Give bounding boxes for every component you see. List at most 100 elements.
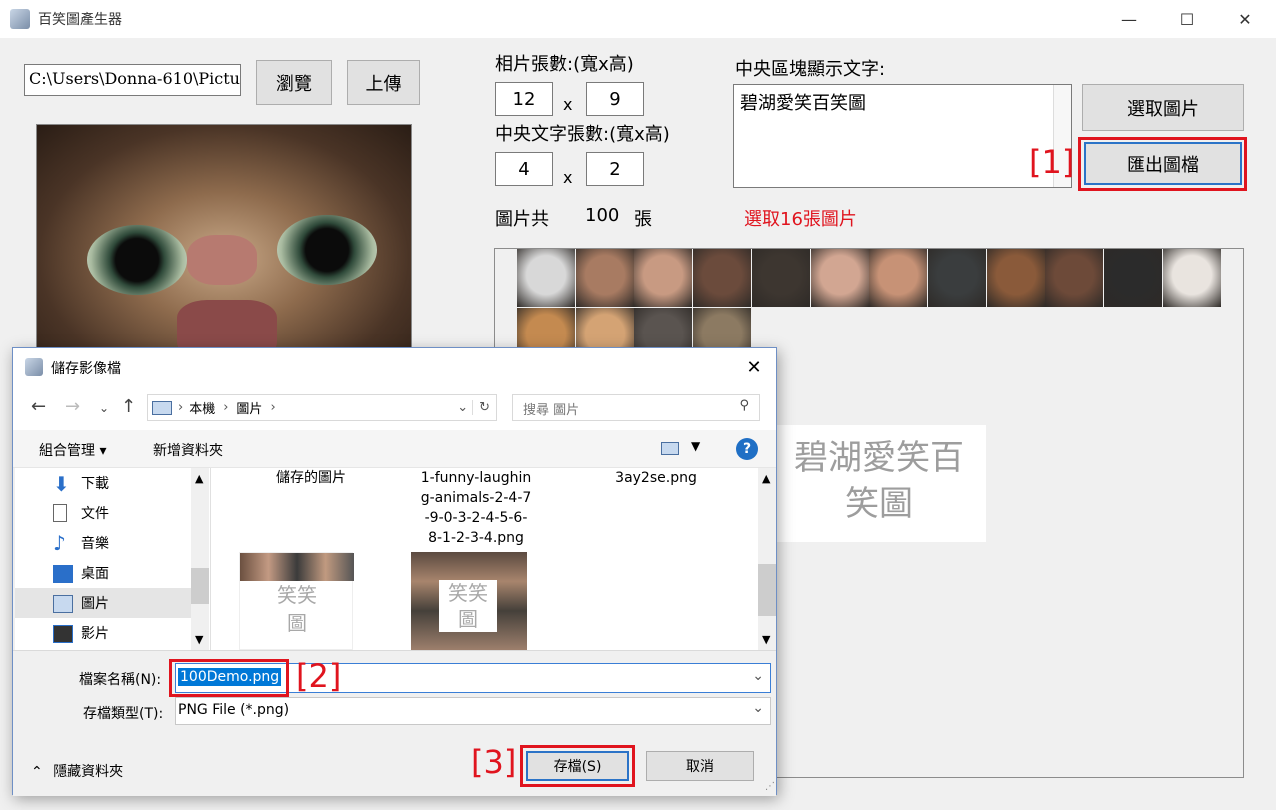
file-name[interactable]: 3ay2se.png [586,468,726,488]
view-icon[interactable] [661,442,679,455]
dropdown-arrow-icon: ⌄ [752,700,764,716]
annotation-3: [3] [471,743,517,781]
center-count-label: 中央文字張數:(寬x高) [495,124,670,145]
save-dialog: 儲存影像檔 ✕ ← → ⌄ ↑ › 本機 › 圖片 › ⌄ ↻ 搜尋 圖片 ⚲ … [12,347,777,796]
file-thumbnail[interactable]: 笑笑 圖 [239,552,354,650]
total-value: 100 [585,205,620,226]
preview-thumbnail [1162,249,1221,307]
cancel-button[interactable]: 取消 [646,751,754,781]
help-icon[interactable]: ? [736,438,758,460]
filetype-label: 存檔類型(T): [83,706,164,722]
preview-thumbnail [575,249,634,307]
nav-item-pictures[interactable]: 圖片 [15,588,193,618]
maximize-button[interactable]: ☐ [1158,0,1216,38]
preview-thumbnail [693,249,752,307]
annotation-2: [2] [296,657,342,695]
chevron-right-icon: › [270,400,276,415]
computer-icon [152,400,172,415]
close-button[interactable]: ✕ [1216,0,1274,38]
breadcrumb-pc[interactable]: 本機 [189,398,215,417]
path-input[interactable]: C:\Users\Donna-610\Pictur [24,64,241,96]
forward-arrow-icon[interactable]: → [65,396,80,417]
thumbnail-text: 笑笑 圖 [439,580,497,632]
address-bar[interactable]: › 本機 › 圖片 › ⌄ ↻ [147,394,497,421]
dropdown-arrow-icon[interactable]: ⌄ [457,400,472,415]
filetype-select[interactable]: PNG File (*.png) ⌄ [175,697,771,725]
window-title: 百笑圖產生器 [38,12,122,28]
nav-item-downloads[interactable]: ⬇ 下載 [15,468,193,498]
overlay-line-1: 碧湖愛笑百 [794,438,964,478]
video-icon [53,625,73,643]
file-name[interactable]: 儲存的圖片 [241,468,381,488]
center-text-area[interactable]: 碧湖愛笑百笑圖 [733,84,1072,188]
navigation-pane: ⬇ 下載 文件 ♪ 音樂 桌面 圖片 影片 ▲ ▼ [15,468,211,650]
filename-label: 檔案名稱(N): [79,672,162,688]
search-icon: ⚲ [739,398,749,413]
annotation-1: [1] [1029,143,1075,181]
dialog-bottom: 檔案名稱(N): 100Demo.png ⌄ [2] 存檔類型(T): PNG … [13,650,776,796]
preview-thumbnail [869,249,928,307]
preview-thumbnail [1104,249,1162,307]
nav-item-videos[interactable]: 影片 [15,618,193,648]
file-thumbnail[interactable]: 笑笑 圖 [411,552,527,650]
export-button[interactable]: 匯出圖檔 [1084,142,1242,185]
pictures-icon [53,595,73,613]
file-name[interactable]: 1-funny-laughin g-animals-2-4-7 -9-0-3-2… [406,468,546,548]
recent-dropdown-icon[interactable]: ⌄ [99,401,109,415]
dialog-close-button[interactable]: ✕ [739,352,769,382]
organize-menu[interactable]: 組合管理 ▾ [39,440,106,460]
cat-eye-right [277,215,377,285]
select-images-button[interactable]: 選取圖片 [1082,84,1244,131]
preview-thumbnail [517,249,575,307]
document-icon [53,504,67,522]
upload-button[interactable]: 上傳 [347,60,420,105]
music-icon: ♪ [53,531,66,555]
cat-nose [187,235,257,285]
up-arrow-icon[interactable]: ↑ [121,396,136,417]
cat-eye-left [87,225,187,295]
view-dropdown-icon[interactable]: ▼ [691,439,700,453]
center-text-label: 中央區塊顯示文字: [735,59,886,80]
photo-count-label: 相片張數:(寬x高) [495,54,634,75]
x-separator: x [563,168,573,187]
search-input[interactable]: 搜尋 圖片 ⚲ [512,394,760,421]
dropdown-arrow-icon[interactable]: ⌄ [752,668,764,684]
center-height-input[interactable]: 2 [586,152,644,186]
overlay-line-2: 笑圖 [845,484,913,524]
dialog-icon [25,358,43,376]
nav-item-music[interactable]: ♪ 音樂 [15,528,193,558]
new-folder-button[interactable]: 新增資料夾 [153,440,223,460]
save-button[interactable]: 存檔(S) [526,751,629,781]
search-placeholder: 搜尋 圖片 [523,403,580,418]
photo-height-input[interactable]: 9 [586,82,644,116]
center-width-input[interactable]: 4 [495,152,553,186]
cat-mouth [177,300,277,347]
download-icon: ⬇ [53,472,70,496]
preview-thumbnail [1045,249,1104,307]
chevron-up-icon: ⌃ [31,764,43,780]
x-separator: x [563,95,573,114]
hide-folders-toggle[interactable]: ⌃ 隱藏資料夾 [31,761,123,781]
photo-width-input[interactable]: 12 [495,82,553,116]
file-scrollbar[interactable]: ▲ ▼ [758,468,776,650]
resize-grip-icon[interactable]: ⋰ [765,781,775,792]
preview-thumbnail [986,249,1045,307]
preview-overlay-text: 碧湖愛笑百 笑圖 [772,425,986,542]
nav-item-desktop[interactable]: 桌面 [15,558,193,588]
desktop-icon [53,565,73,583]
chevron-right-icon: › [223,400,229,415]
browse-button[interactable]: 瀏覽 [256,60,332,105]
warning-text: 選取16張圖片 [744,209,857,230]
back-arrow-icon[interactable]: ← [31,396,46,417]
window-titlebar: 百笑圖產生器 — ☐ ✕ [0,0,1276,38]
nav-item-documents[interactable]: 文件 [15,498,193,528]
total-prefix: 圖片共 [495,209,549,230]
app-icon [10,9,30,29]
preview-thumbnail [927,249,986,307]
minimize-button[interactable]: — [1100,0,1158,38]
refresh-icon[interactable]: ↻ [472,400,496,415]
thumbnail-text: 笑笑 圖 [277,583,317,635]
nav-scrollbar[interactable]: ▲ ▼ [191,468,209,650]
center-text-value: 碧湖愛笑百笑圖 [740,93,866,114]
breadcrumb-pictures[interactable]: 圖片 [236,398,262,417]
